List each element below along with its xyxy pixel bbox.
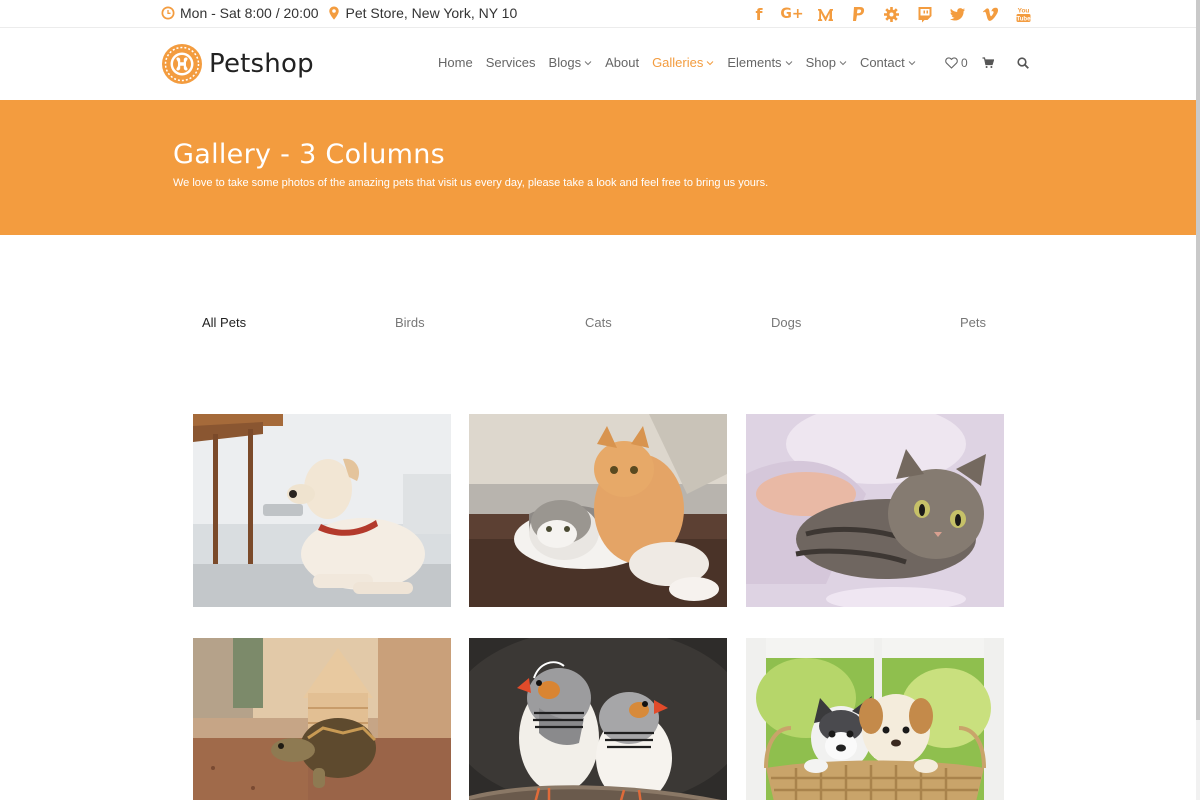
address-text: Pet Store, New York, NY 10 [345,5,518,21]
nav-blogs[interactable]: Blogs [549,55,593,70]
gallery-filters: All Pets Birds Cats Dogs Pets [0,315,1200,335]
nav-contact[interactable]: Contact [860,55,916,70]
gallery-image-tortoise[interactable] [193,638,451,800]
paypal-icon[interactable] [847,3,869,25]
scrollbar-thumb[interactable] [1196,0,1200,720]
twitch-icon[interactable] [913,3,935,25]
filter-pets[interactable]: Pets [960,315,986,330]
clock-icon [161,6,175,20]
wishlist-count: 0 [961,56,968,70]
gallery-image-tabby-cat[interactable] [746,414,1004,607]
logo-text: Petshop [209,49,314,79]
nav-label: Services [485,55,536,70]
contact-info: Mon - Sat 8:00 / 20:00 Pet Store, New Yo… [161,5,525,21]
gallery-image-dog[interactable] [193,414,451,607]
nav-services[interactable]: Services [486,55,536,70]
nav-home[interactable]: Home [438,55,473,70]
page-scrollbar[interactable] [1196,0,1200,800]
filter-cats[interactable]: Cats [585,315,612,330]
page-title: Gallery - 3 Columns [173,139,445,170]
nav-label: About [605,55,640,70]
gallery-image-two-cats[interactable] [469,414,727,607]
main-header: Petshop Home Services Blogs About Galler… [0,28,1200,100]
filter-dogs[interactable]: Dogs [771,315,801,330]
gear-icon[interactable] [880,3,902,25]
vimeo-icon[interactable] [979,3,1001,25]
chevron-down-icon [908,60,916,65]
nav-label: Elements [727,55,782,70]
chevron-down-icon [584,60,592,65]
site-logo[interactable]: Petshop [161,43,314,85]
hours-text: Mon - Sat 8:00 / 20:00 [180,5,319,21]
nav-label: Contact [859,55,905,70]
nav-label: Shop [805,55,836,70]
chevron-down-icon [785,60,792,65]
filter-birds[interactable]: Birds [395,315,425,330]
youtube-icon[interactable]: You Tube [1012,3,1034,25]
google-plus-icon[interactable]: G+ [780,3,803,25]
chevron-down-icon [839,60,847,65]
gallery-image-puppies[interactable] [746,638,1004,800]
wishlist-button[interactable]: 0 [945,56,968,70]
chevron-down-icon [707,60,714,65]
social-links: f G+ You Tube [748,3,1045,25]
search-icon[interactable] [1017,57,1029,69]
location-pin-icon [327,6,341,20]
opening-hours: Mon - Sat 8:00 / 20:00 [161,5,319,21]
heart-icon [945,57,958,69]
nav-label: Galleries [652,55,704,70]
page-title-banner: Gallery - 3 Columns We love to take some… [0,100,1196,235]
cart-icon[interactable] [982,57,994,69]
gallery-image-finches[interactable] [469,638,727,800]
top-bar: Mon - Sat 8:00 / 20:00 Pet Store, New Yo… [0,0,1200,28]
page-subtitle: We love to take some photos of the amazi… [173,177,769,189]
nav-elements[interactable]: Elements [727,55,792,70]
svg-text:Tube: Tube [1016,16,1031,22]
main-navigation: Home Services Blogs About Galleries Elem… [438,55,929,70]
twitter-icon[interactable] [946,3,968,25]
facebook-icon[interactable]: f [748,3,770,25]
nav-galleries[interactable]: Galleries [652,55,714,70]
nav-shop[interactable]: Shop [806,55,847,70]
nav-about[interactable]: About [605,55,639,70]
medium-icon[interactable] [814,3,836,25]
paw-logo-icon [161,43,203,85]
filter-all-pets[interactable]: All Pets [202,315,246,330]
nav-label: Blogs [548,55,582,70]
svg-text:You: You [1017,7,1029,14]
store-address: Pet Store, New York, NY 10 [327,5,518,21]
nav-label: Home [438,55,473,70]
